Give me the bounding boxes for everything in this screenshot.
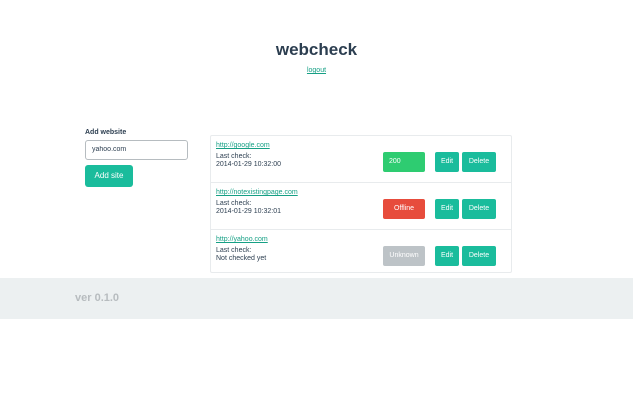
status-badge: 200 [383,152,425,172]
edit-button[interactable]: Edit [435,199,459,219]
last-check-label: Last check: [216,153,252,160]
version-label: ver 0.1.0 [75,292,120,304]
status-badge: Offline [383,199,425,219]
delete-button[interactable]: Delete [462,246,496,266]
add-website-label: Add website [85,129,127,136]
site-row: http://google.com Last check: 2014-01-29… [211,136,511,183]
website-input[interactable] [85,139,188,160]
last-check-value: Not checked yet [216,255,267,262]
delete-button[interactable]: Delete [462,199,496,219]
logout-link[interactable]: logout [307,67,326,74]
page: webcheck logout Add website Add site htt… [0,0,633,412]
last-check-value: 2014-01-29 10:32:01 [216,208,281,215]
edit-button[interactable]: Edit [435,152,459,172]
add-site-button[interactable]: Add site [85,164,133,187]
site-row: http://notexistingpage.com Last check: 2… [211,183,511,230]
delete-button[interactable]: Delete [462,152,496,172]
site-url-link[interactable]: http://notexistingpage.com [216,189,298,196]
last-check-value: 2014-01-29 10:32:00 [216,161,281,168]
site-url-link[interactable]: http://yahoo.com [216,236,268,243]
status-badge: Unknown [383,246,425,266]
page-title: webcheck [275,40,358,59]
add-website-form: Add website Add site [85,129,189,187]
last-check-label: Last check: [216,200,252,207]
footer: ver 0.1.0 [0,278,633,319]
site-row: http://yahoo.com Last check: Not checked… [211,230,511,272]
site-list: http://google.com Last check: 2014-01-29… [210,135,512,273]
last-check-label: Last check: [216,247,252,254]
site-url-link[interactable]: http://google.com [216,142,270,149]
edit-button[interactable]: Edit [435,246,459,266]
logout-container: logout [0,67,633,74]
